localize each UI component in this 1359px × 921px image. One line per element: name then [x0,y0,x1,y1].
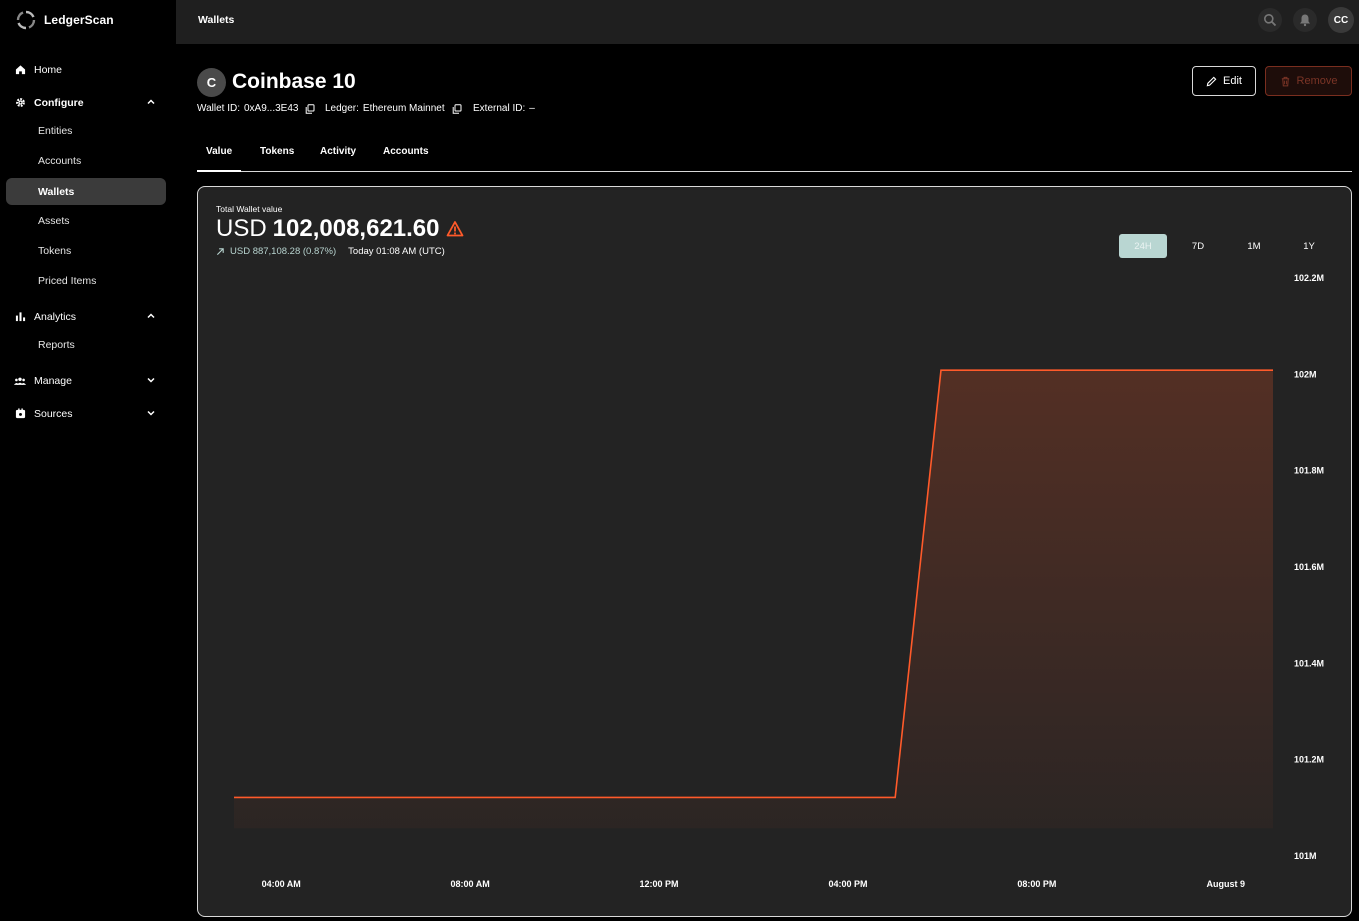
sidebar-item-wallets[interactable]: Wallets [6,178,166,205]
range-7d-button[interactable]: 7D [1174,234,1222,258]
remove-button[interactable]: Remove [1265,66,1352,96]
sidebar-item-home[interactable]: Home [6,56,166,83]
sidebar-section-sources[interactable]: Sources [6,400,166,427]
wallet-tabs: Value Tokens Activity Accounts [197,140,1352,172]
sidebar-item-accounts[interactable]: Accounts [6,147,166,174]
total-wallet-value: USD 102,008,621.60 [216,215,464,243]
tab-value[interactable]: Value [206,146,232,157]
x-tick-label: 04:00 AM [262,879,301,889]
sidebar-section-analytics[interactable]: Analytics [6,303,166,330]
sidebar-item-label: Wallets [38,185,75,198]
copy-icon[interactable] [305,103,315,114]
page-breadcrumb: Wallets [198,14,235,26]
value-timestamp: Today 01:08 AM (UTC) [348,246,445,257]
chevron-up-icon[interactable] [146,311,156,321]
value-amount: 102,008,621.60 [272,215,440,242]
bell-icon [1300,14,1310,27]
y-tick-label: 102M [1294,369,1317,379]
chevron-down-icon[interactable] [146,408,156,418]
user-avatar[interactable]: CC [1328,7,1354,33]
sidebar-item-assets[interactable]: Assets [6,207,166,234]
range-1y-button[interactable]: 1Y [1285,234,1333,258]
brand[interactable]: LedgerScan [16,9,114,31]
edit-button[interactable]: Edit [1192,66,1256,96]
sidebar-item-entities[interactable]: Entities [6,117,166,144]
sidebar-section-label: Analytics [34,310,77,323]
ledgerscan-logo-icon [16,10,36,30]
tab-activity[interactable]: Activity [320,146,356,157]
page-title: Coinbase 10 [232,70,356,93]
value-change: USD 887,108.28 (0.87%) [230,246,337,257]
y-tick-label: 101.4M [1294,658,1324,668]
sidebar-item-label: Priced Items [38,274,97,287]
range-24h-button[interactable]: 24H [1119,234,1167,258]
chevron-up-icon[interactable] [146,97,156,107]
sidebar-item-tokens[interactable]: Tokens [6,237,166,264]
topbar: Wallets CC [176,0,1359,44]
sidebar: LedgerScan Home Configure Entities Accou… [0,0,176,921]
sidebar-item-label: Assets [38,214,70,227]
y-tick-label: 101.6M [1294,562,1324,572]
chart-area-fill [234,370,1273,829]
gear-icon [14,97,26,109]
ledger-meta: Ledger: Ethereum Mainnet [325,103,462,114]
sidebar-section-manage[interactable]: Manage [6,367,166,394]
source-icon [14,408,26,420]
tab-tokens[interactable]: Tokens [260,146,294,157]
tab-accounts[interactable]: Accounts [383,146,429,157]
external-id-meta: External ID: – [473,103,535,114]
y-tick-label: 101.2M [1294,755,1324,765]
copy-icon[interactable] [452,103,462,114]
active-tab-indicator [197,170,241,172]
x-tick-label: 08:00 PM [1017,879,1056,889]
x-tick-label: 08:00 AM [451,879,490,889]
wallet-id-value: 0xA9...3E43 [243,103,299,114]
trend-up-icon [216,248,224,256]
sidebar-section-label: Sources [34,407,73,420]
search-button[interactable] [1258,8,1282,32]
notifications-button[interactable] [1293,8,1317,32]
trash-icon [1281,76,1289,86]
y-tick-label: 101M [1294,851,1317,861]
edit-button-label: Edit [1223,75,1242,87]
sidebar-item-reports[interactable]: Reports [6,331,166,358]
wallet-value-card: 101M 101.2M 101.4M 101.6M 101.8M 102M 102.2M 04… [197,186,1352,917]
x-tick-label: August 9 [1207,879,1246,889]
search-icon [1264,14,1277,27]
wallet-id-label: Wallet ID: [197,103,240,114]
value-change-row: USD 887,108.28 (0.87%) Today 01:08 AM (U… [216,246,445,257]
sidebar-item-label: Reports [38,338,75,351]
ledger-label: Ledger: [325,103,359,114]
wallet-value-chart: 101M 101.2M 101.4M 101.6M 101.8M 102M 102.2M 04… [234,273,1324,889]
wallet-avatar: C [197,68,226,97]
app-name: LedgerScan [44,13,114,27]
chevron-down-icon[interactable] [146,375,156,385]
pencil-icon [1206,76,1217,86]
sidebar-section-label: Manage [34,374,72,387]
users-icon [14,375,26,387]
external-id-value: – [529,103,535,114]
x-tick-label: 12:00 PM [640,879,679,889]
warning-icon[interactable] [446,220,464,238]
x-tick-label: 04:00 PM [828,879,867,889]
currency-code: USD [216,215,267,242]
home-icon [14,64,26,76]
sidebar-item-priced-items[interactable]: Priced Items [6,267,166,294]
bar-chart-icon [14,311,26,323]
sidebar-item-label: Entities [38,124,73,137]
sidebar-item-label: Home [34,63,63,76]
sidebar-item-label: Accounts [38,154,82,167]
sidebar-item-label: Tokens [38,244,72,257]
external-id-label: External ID: [473,103,526,114]
y-tick-label: 101.8M [1294,466,1324,476]
ledger-value: Ethereum Mainnet [362,103,445,114]
wallet-id-meta: Wallet ID: 0xA9...3E43 [197,103,315,114]
y-tick-label: 102.2M [1294,273,1324,283]
range-1m-button[interactable]: 1M [1230,234,1278,258]
sidebar-section-configure[interactable]: Configure [6,89,166,116]
sidebar-section-label: Configure [34,96,84,109]
total-wallet-value-label: Total Wallet value [216,204,283,214]
remove-button-label: Remove [1296,75,1338,87]
